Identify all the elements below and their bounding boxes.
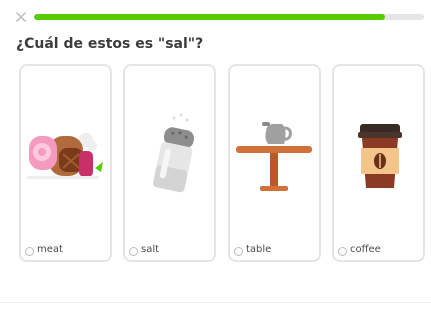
option-label: coffee xyxy=(350,244,381,255)
option-label: meat xyxy=(37,244,63,255)
close-icon xyxy=(16,12,26,22)
option-card-table[interactable]: table xyxy=(228,64,321,262)
footer-divider xyxy=(0,302,431,303)
progress-bar-fill xyxy=(34,14,385,20)
coffee-cup-icon xyxy=(334,106,423,206)
radio-table[interactable] xyxy=(234,247,243,256)
radio-meat[interactable] xyxy=(25,247,34,256)
option-label: salt xyxy=(141,244,160,255)
meat-icon xyxy=(21,106,110,206)
progress-bar xyxy=(34,14,424,20)
close-button[interactable] xyxy=(14,10,28,24)
option-card-meat[interactable]: meat xyxy=(19,64,112,262)
option-label: table xyxy=(246,244,272,255)
option-card-coffee[interactable]: coffee xyxy=(332,64,425,262)
option-card-salt[interactable]: salt xyxy=(123,64,216,262)
top-bar xyxy=(0,0,431,36)
table-with-pitcher-icon xyxy=(230,106,319,206)
answer-options: meat salt table coffee xyxy=(19,64,425,262)
radio-salt[interactable] xyxy=(129,247,138,256)
radio-coffee[interactable] xyxy=(338,247,347,256)
salt-shaker-icon xyxy=(125,106,214,206)
question-prompt: ¿Cuál de estos es "sal"? xyxy=(16,36,204,52)
